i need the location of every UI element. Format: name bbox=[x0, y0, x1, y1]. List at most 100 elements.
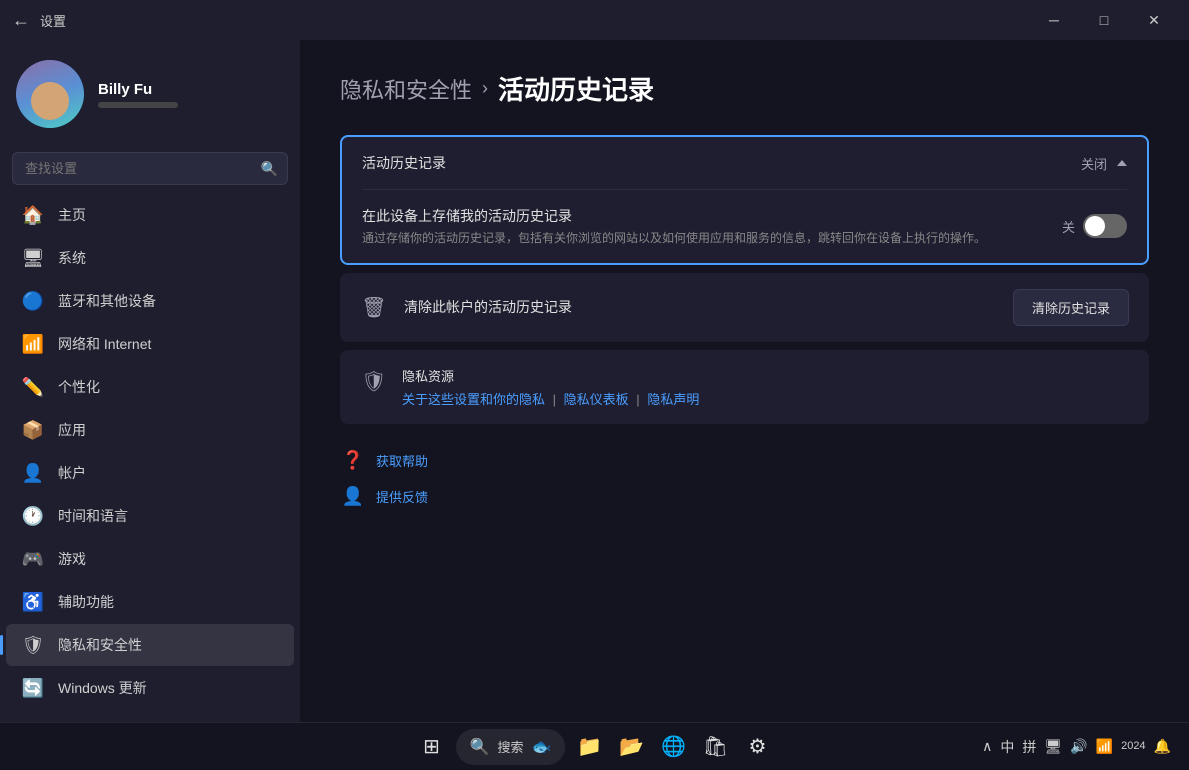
clear-row: 🗑 清除此帐户的活动历史记录 清除历史记录 bbox=[340, 273, 1149, 342]
nav-list: 🏠 主页 🖥 系统 🔵 蓝牙和其他设备 📶 网络和 Internet ✏️ 个性… bbox=[0, 193, 300, 722]
taskbar-store-icon[interactable]: 🛍 bbox=[697, 729, 733, 765]
taskbar-files-icon[interactable]: 📁 bbox=[571, 729, 607, 765]
taskbar-edge-icon[interactable]: 🌐 bbox=[655, 729, 691, 765]
taskbar-center: ⊞ 🔍 搜索 🐟 📁 📂 🌐 🛍 ⚙ bbox=[414, 729, 776, 765]
feedback-row[interactable]: 👤 提供反馈 bbox=[340, 484, 1149, 510]
minimize-button[interactable]: ─ bbox=[1031, 4, 1077, 36]
breadcrumb-parent: 隐私和安全性 bbox=[340, 73, 472, 105]
breadcrumb: 隐私和安全性 › 活动历史记录 bbox=[340, 70, 1149, 107]
sidebar: Billy Fu 🔍 🏠 主页 🖥 系统 🔵 蓝牙和其他设备 📶 网络和 Int… bbox=[0, 40, 300, 722]
back-button[interactable]: ← bbox=[12, 10, 30, 31]
toggle-label: 关 bbox=[1062, 217, 1075, 236]
sidebar-item-personalization[interactable]: ✏️ 个性化 bbox=[6, 366, 294, 408]
sidebar-item-privacy[interactable]: 🛡 隐私和安全性 bbox=[6, 624, 294, 666]
tray-chevron[interactable]: ∧ bbox=[980, 738, 994, 755]
sidebar-item-windows-update[interactable]: 🔄 Windows 更新 bbox=[6, 667, 294, 709]
network-icon: 📶 bbox=[22, 333, 44, 355]
personalization-icon: ✏️ bbox=[22, 376, 44, 398]
sidebar-item-label-windows-update: Windows 更新 bbox=[58, 678, 147, 698]
taskbar-search[interactable]: 🔍 搜索 🐟 bbox=[456, 729, 566, 765]
card-body: 在此设备上存储我的活动历史记录 通过存储你的活动历史记录，包括有关你浏览的网站以… bbox=[342, 190, 1147, 263]
chevron-up-icon bbox=[1117, 160, 1127, 166]
tray-monitor[interactable]: 🖥 bbox=[1042, 738, 1064, 755]
tray-volume[interactable]: 🔊 bbox=[1068, 738, 1089, 755]
sidebar-item-home[interactable]: 🏠 主页 bbox=[6, 194, 294, 236]
sidebar-item-accessibility[interactable]: ♿ 辅助功能 bbox=[6, 581, 294, 623]
tray-ime-zh[interactable]: 中 bbox=[998, 737, 1016, 757]
search-input[interactable] bbox=[12, 152, 288, 185]
link-privacy-dashboard[interactable]: 隐私仪表板 bbox=[564, 392, 629, 407]
clear-history-button[interactable]: 清除历史记录 bbox=[1013, 289, 1129, 326]
sidebar-item-apps[interactable]: 📦 应用 bbox=[6, 409, 294, 451]
get-help-icon: ❓ bbox=[340, 448, 366, 474]
system-icon: 🖥 bbox=[22, 247, 44, 269]
privacy-links-row: 关于这些设置和你的隐私 | 隐私仪表板 | 隐私声明 bbox=[402, 389, 699, 408]
main-layout: Billy Fu 🔍 🏠 主页 🖥 系统 🔵 蓝牙和其他设备 📶 网络和 Int… bbox=[0, 40, 1189, 722]
shield-icon: 🛡 bbox=[360, 368, 388, 396]
close-button[interactable]: ✕ bbox=[1131, 4, 1177, 36]
link-privacy-settings[interactable]: 关于这些设置和你的隐私 bbox=[402, 392, 545, 407]
user-profile[interactable]: Billy Fu bbox=[0, 40, 300, 148]
taskbar-clock[interactable]: 2024 bbox=[1121, 739, 1145, 754]
search-icon: 🔍 bbox=[261, 160, 278, 177]
sidebar-item-label-system: 系统 bbox=[58, 248, 86, 268]
breadcrumb-current: 活动历史记录 bbox=[498, 70, 654, 107]
tray-bell[interactable]: 🔔 bbox=[1152, 738, 1173, 755]
tray-ime-pin[interactable]: 拼 bbox=[1020, 737, 1038, 757]
sidebar-item-network[interactable]: 📶 网络和 Internet bbox=[6, 323, 294, 365]
sidebar-item-label-accounts: 帐户 bbox=[58, 463, 86, 483]
time-icon: 🕐 bbox=[22, 505, 44, 527]
breadcrumb-arrow: › bbox=[482, 78, 488, 99]
privacy-links: 隐私资源 关于这些设置和你的隐私 | 隐私仪表板 | 隐私声明 bbox=[402, 366, 699, 408]
sidebar-item-time[interactable]: 🕐 时间和语言 bbox=[6, 495, 294, 537]
gaming-icon: 🎮 bbox=[22, 548, 44, 570]
sidebar-item-label-gaming: 游戏 bbox=[58, 549, 86, 569]
privacy-icon: 🛡 bbox=[22, 634, 44, 656]
maximize-button[interactable]: □ bbox=[1081, 4, 1127, 36]
system-tray: ∧ 中 拼 🖥 🔊 📶 bbox=[980, 737, 1115, 757]
start-button[interactable]: ⊞ bbox=[414, 729, 450, 765]
titlebar-title: 设置 bbox=[40, 11, 66, 30]
taskbar-year: 2024 bbox=[1121, 739, 1145, 754]
accounts-icon: 👤 bbox=[22, 462, 44, 484]
card-header[interactable]: 活动历史记录 关闭 bbox=[342, 137, 1147, 189]
content-area: 隐私和安全性 › 活动历史记录 活动历史记录 关闭 在此设备上存储我的活动历史记… bbox=[300, 40, 1189, 722]
feedback-icon: 👤 bbox=[340, 484, 366, 510]
link-privacy-statement[interactable]: 隐私声明 bbox=[647, 392, 699, 407]
footer-links: ❓ 获取帮助 👤 提供反馈 bbox=[340, 448, 1149, 510]
window-controls: ─ □ ✕ bbox=[1031, 4, 1177, 36]
bluetooth-icon: 🔵 bbox=[22, 290, 44, 312]
sidebar-item-accounts[interactable]: 👤 帐户 bbox=[6, 452, 294, 494]
privacy-row: 🛡 隐私资源 关于这些设置和你的隐私 | 隐私仪表板 | 隐私声明 bbox=[340, 350, 1149, 424]
sidebar-item-bluetooth[interactable]: 🔵 蓝牙和其他设备 bbox=[6, 280, 294, 322]
separator-2: | bbox=[636, 392, 639, 407]
get-help-text: 获取帮助 bbox=[376, 451, 428, 470]
sidebar-item-label-apps: 应用 bbox=[58, 420, 86, 440]
sidebar-item-label-personalization: 个性化 bbox=[58, 377, 100, 397]
card-title: 活动历史记录 bbox=[362, 153, 446, 173]
sidebar-item-label-network: 网络和 Internet bbox=[58, 334, 151, 354]
tray-network[interactable]: 📶 bbox=[1094, 738, 1115, 755]
setting-title: 在此设备上存储我的活动历史记录 bbox=[362, 206, 1062, 226]
privacy-resources-card: 🛡 隐私资源 关于这些设置和你的隐私 | 隐私仪表板 | 隐私声明 bbox=[340, 350, 1149, 424]
taskbar-search-icon: 🔍 bbox=[470, 737, 490, 757]
toggle-thumb bbox=[1085, 216, 1105, 236]
sidebar-item-system[interactable]: 🖥 系统 bbox=[6, 237, 294, 279]
taskbar-settings-icon[interactable]: ⚙ bbox=[739, 729, 775, 765]
accessibility-icon: ♿ bbox=[22, 591, 44, 613]
windows-update-icon: 🔄 bbox=[22, 677, 44, 699]
avatar bbox=[16, 60, 84, 128]
activity-toggle[interactable] bbox=[1083, 214, 1127, 238]
setting-info: 在此设备上存储我的活动历史记录 通过存储你的活动历史记录，包括有关你浏览的网站以… bbox=[362, 206, 1062, 247]
sidebar-item-label-accessibility: 辅助功能 bbox=[58, 592, 114, 612]
taskbar-search-text: 搜索 bbox=[497, 737, 523, 756]
sidebar-item-label-time: 时间和语言 bbox=[58, 506, 128, 526]
sidebar-item-gaming[interactable]: 🎮 游戏 bbox=[6, 538, 294, 580]
toggle-wrap: 关 bbox=[1062, 214, 1127, 238]
sidebar-item-label-privacy: 隐私和安全性 bbox=[58, 635, 142, 655]
setting-desc: 通过存储你的活动历史记录，包括有关你浏览的网站以及如何使用应用和服务的信息，跳转… bbox=[362, 230, 1002, 247]
activity-history-card: 活动历史记录 关闭 在此设备上存储我的活动历史记录 通过存储你的活动历史记录，包… bbox=[340, 135, 1149, 265]
user-info: Billy Fu bbox=[98, 81, 178, 108]
get-help-row[interactable]: ❓ 获取帮助 bbox=[340, 448, 1149, 474]
taskbar-folder-icon[interactable]: 📂 bbox=[613, 729, 649, 765]
